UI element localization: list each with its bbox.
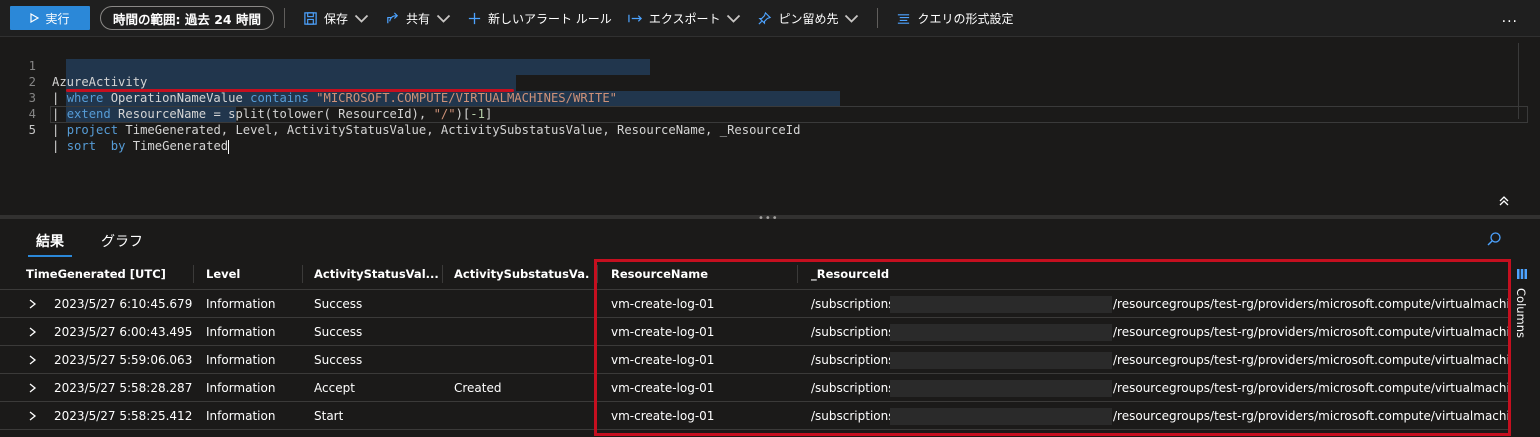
chevron-down-icon	[845, 14, 859, 23]
cell-timegenerated: 2023/5/27 5:58:25.412	[54, 409, 193, 423]
cell-level: Information	[206, 381, 276, 395]
export-button[interactable]: エクスポート	[620, 6, 750, 30]
column-header-activitystatus[interactable]: ActivityStatusVal...	[314, 258, 438, 290]
code-line-3: 3 | extend ResourceName = split(tolower(…	[0, 74, 1540, 121]
search-icon[interactable]	[1486, 231, 1502, 247]
code-line-1: 1 AzureActivity	[0, 42, 1540, 89]
pin-icon	[758, 11, 772, 25]
more-options-button[interactable]: ...	[1502, 10, 1518, 26]
columns-panel-toggle[interactable]: Columns	[1512, 268, 1534, 348]
toolbar-divider	[283, 8, 285, 28]
code-text: | project TimeGenerated, Level, Activity…	[52, 123, 801, 137]
cell-activitystatus: Success	[314, 353, 363, 367]
code-line-2: 2 | where OperationNameValue contains "M…	[0, 58, 1540, 105]
toolbar-divider	[877, 8, 879, 28]
cell-activitystatus: Success	[314, 297, 363, 311]
time-range-label: 時間の範囲: 過去 24 時間	[113, 11, 261, 27]
column-header-level[interactable]: Level	[206, 258, 296, 290]
share-icon	[387, 11, 399, 23]
query-editor[interactable]: 1 AzureActivity 2 | where OperationNameV…	[0, 36, 1540, 216]
annotation-underline	[66, 89, 514, 92]
run-button[interactable]: 実行	[10, 6, 90, 30]
cell-level: Information	[206, 353, 276, 367]
editor-scrollbar[interactable]	[1518, 43, 1528, 119]
new-alert-label: 新しいアラート ルール	[487, 11, 612, 26]
plus-icon	[468, 12, 481, 24]
share-label: 共有	[405, 11, 430, 26]
column-resize-handle[interactable]	[302, 265, 303, 283]
cell-activitystatus: Start	[314, 409, 344, 423]
cell-activitystatus: Success	[314, 325, 363, 339]
collapse-editor-icon[interactable]	[1498, 195, 1510, 207]
cell-level: Information	[206, 409, 276, 423]
query-toolbar: 実行 時間の範囲: 過去 24 時間 保存 共有 新しいアラート ルール エクス…	[0, 0, 1540, 36]
cell-level: Information	[206, 325, 276, 339]
format-lines-icon	[898, 13, 910, 24]
column-header-activitysubstatus[interactable]: ActivitySubstatusVa...	[454, 258, 590, 290]
column-resize-handle[interactable]	[442, 265, 443, 283]
time-range-picker[interactable]: 時間の範囲: 過去 24 時間	[100, 6, 274, 30]
cell-activitystatus: Accept	[314, 381, 355, 395]
pin-to-button[interactable]: ピン留め先	[749, 6, 867, 30]
columns-label: Columns	[1514, 288, 1528, 339]
save-button[interactable]: 保存	[295, 6, 377, 30]
save-label: 保存	[323, 11, 348, 26]
annotation-highlight-box	[594, 259, 1511, 436]
chevron-right-icon[interactable]	[28, 383, 37, 393]
chevron-down-icon	[354, 14, 369, 23]
new-alert-rule-button[interactable]: 新しいアラート ルール	[459, 6, 620, 30]
chevron-down-icon	[727, 14, 741, 23]
chevron-right-icon[interactable]	[28, 411, 37, 421]
cell-timegenerated: 2023/5/27 5:58:28.287	[54, 381, 193, 395]
code-text: | sort by TimeGenerated	[52, 139, 230, 154]
chevron-right-icon[interactable]	[28, 355, 37, 365]
play-icon	[30, 13, 40, 23]
cell-timegenerated: 2023/5/27 5:59:06.063	[54, 353, 193, 367]
tab-chart[interactable]: グラフ	[101, 231, 143, 251]
export-arrow-icon	[628, 14, 642, 22]
save-icon	[304, 11, 317, 25]
format-label: クエリの形式設定	[917, 11, 1014, 26]
format-query-button[interactable]: クエリの形式設定	[888, 6, 1021, 30]
export-label: エクスポート	[648, 11, 721, 26]
text-cursor	[228, 139, 230, 154]
cell-timegenerated: 2023/5/27 6:00:43.495	[54, 325, 193, 339]
cell-activitysubstatus: Created	[454, 381, 502, 395]
column-header-timegenerated[interactable]: TimeGenerated [UTC]	[26, 258, 191, 290]
columns-icon	[1517, 269, 1527, 279]
line-number: 5	[28, 123, 36, 137]
tab-results[interactable]: 結果	[36, 231, 64, 251]
chevron-right-icon[interactable]	[28, 327, 37, 337]
active-tab-indicator	[28, 255, 72, 257]
result-tabs: 結果 グラフ	[0, 222, 1540, 258]
chevron-right-icon[interactable]	[28, 299, 37, 309]
cell-timegenerated: 2023/5/27 6:10:45.679	[54, 297, 193, 311]
share-button[interactable]: 共有	[377, 6, 459, 30]
chevron-down-icon	[436, 14, 451, 23]
column-resize-handle[interactable]	[193, 265, 194, 283]
cell-level: Information	[206, 297, 276, 311]
code-line-4: 4 | project TimeGenerated, Level, Activi…	[0, 90, 1540, 137]
run-label: 実行	[45, 11, 70, 26]
code-line-5: 5 | sort by TimeGenerated	[0, 106, 1540, 154]
pin-label: ピン留め先	[778, 11, 839, 26]
